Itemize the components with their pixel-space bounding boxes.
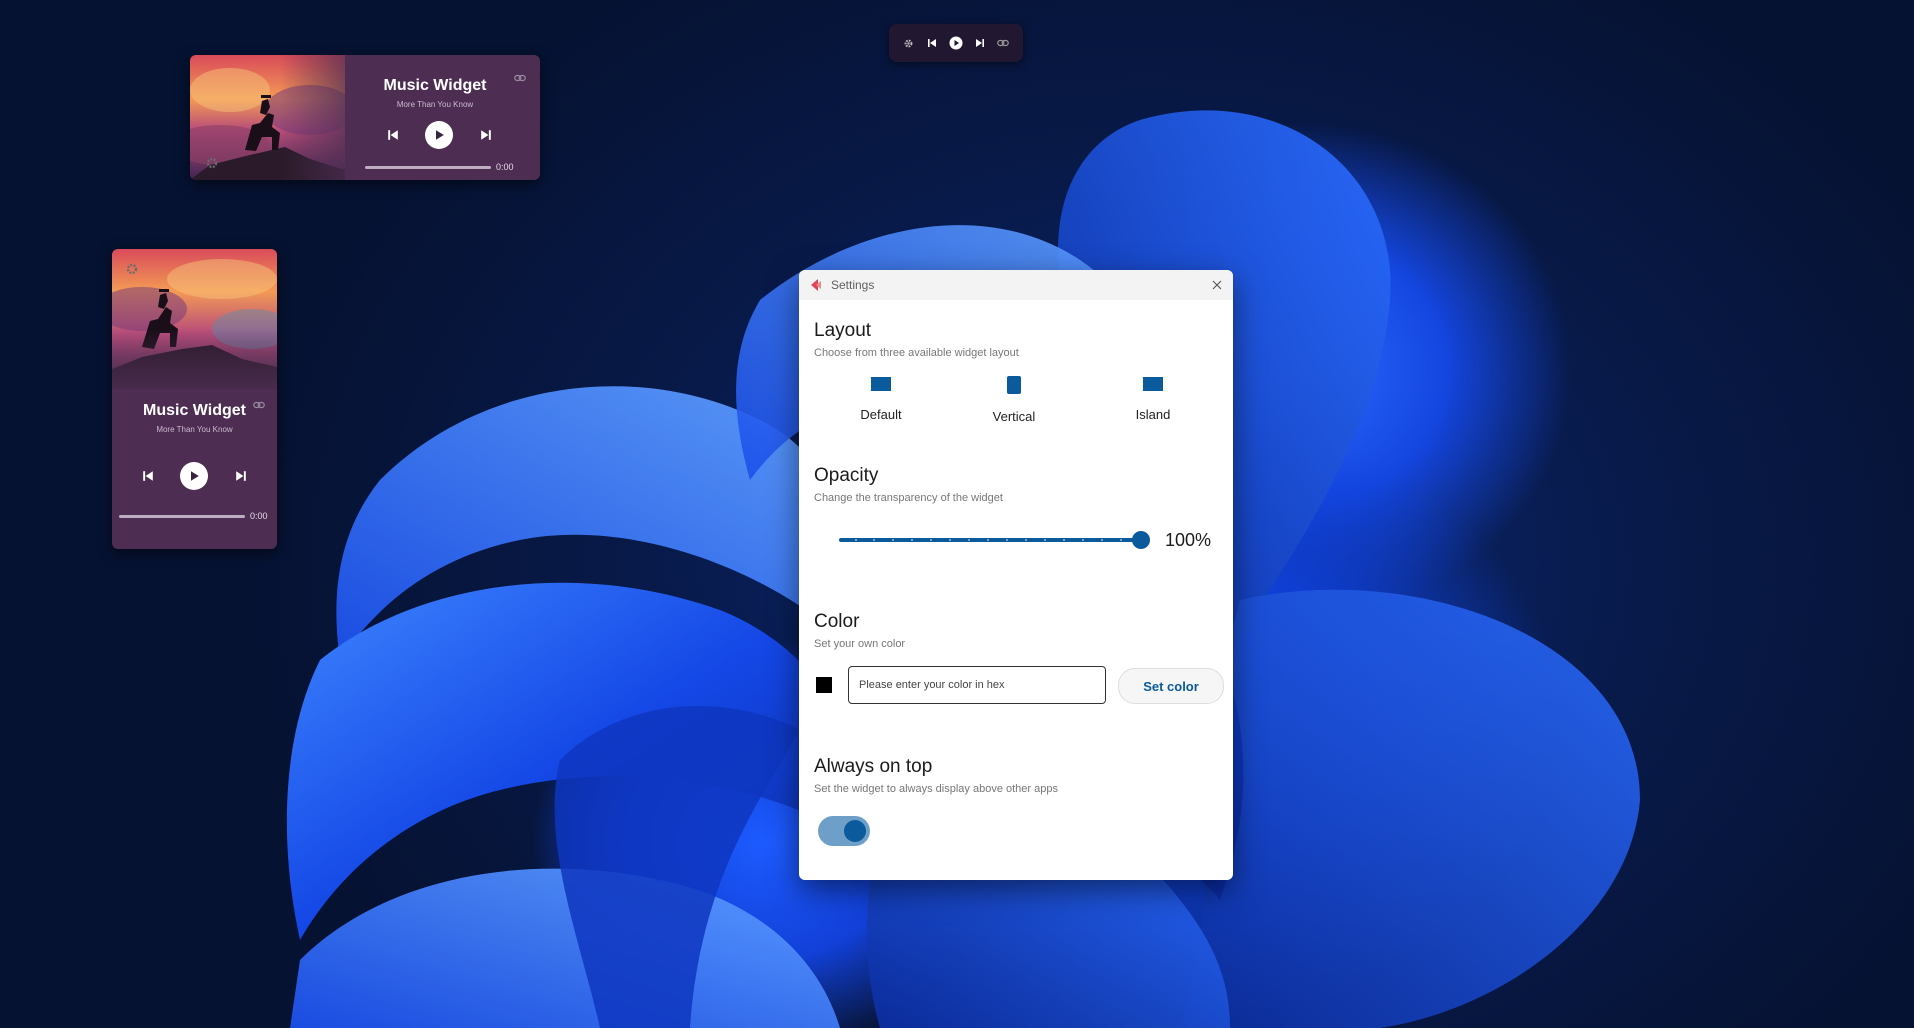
layout-option-label: Island [1135, 407, 1171, 422]
slider-tick [1082, 539, 1084, 541]
time-label: 0:00 [496, 162, 514, 172]
time-label: 0:00 [250, 511, 268, 521]
slider-tick [1120, 539, 1122, 541]
layout-option-label: Default [860, 407, 902, 422]
song-artist: More Than You Know [396, 100, 474, 109]
slider-tick [1025, 539, 1027, 541]
slider-tick [855, 539, 857, 541]
play-button[interactable] [180, 462, 208, 490]
slider-tick [873, 539, 875, 541]
play-button[interactable] [425, 121, 453, 149]
color-title: Color [814, 611, 860, 632]
slider-tick [1063, 539, 1065, 541]
progress-bar[interactable] [119, 515, 245, 518]
window-title: Settings [831, 278, 875, 292]
slider-tick [1101, 539, 1103, 541]
always-on-top-toggle[interactable] [818, 816, 870, 846]
slider-tick [1044, 539, 1046, 541]
play-icon [436, 130, 444, 140]
close-button[interactable] [1209, 277, 1225, 293]
previous-icon[interactable] [924, 35, 940, 51]
slider-tick [930, 539, 932, 541]
next-icon [236, 471, 246, 481]
opacity-slider-thumb[interactable] [1132, 531, 1150, 549]
previous-button[interactable] [385, 127, 401, 143]
art-fade [112, 329, 277, 399]
next-button[interactable] [478, 127, 494, 143]
play-icon [191, 471, 199, 481]
next-icon [481, 130, 491, 140]
play-icon[interactable] [948, 35, 964, 51]
always-on-top-description: Set the widget to always display above o… [814, 783, 1058, 795]
link-icon[interactable] [995, 35, 1011, 51]
default-layout-icon [871, 377, 891, 391]
previous-icon [143, 471, 153, 481]
next-icon[interactable] [972, 35, 988, 51]
set-color-button[interactable]: Set color [1118, 668, 1224, 704]
slider-tick [1006, 539, 1008, 541]
song-title: Music Widget [383, 77, 487, 94]
color-description: Set your own color [814, 638, 906, 650]
island-layout-icon [1143, 377, 1163, 391]
opacity-slider[interactable] [839, 538, 1141, 542]
music-widget-default: Music Widget More Than You Know 0:00 [190, 55, 540, 180]
slider-tick [949, 539, 951, 541]
song-artist: More Than You Know [156, 425, 233, 434]
layout-option-default[interactable]: Default [841, 376, 921, 422]
opacity-value: 100% [1165, 530, 1212, 550]
opacity-title: Opacity [814, 465, 879, 486]
next-button[interactable] [233, 468, 249, 484]
layout-title: Layout [814, 320, 872, 341]
toggle-knob [844, 820, 866, 842]
layout-option-island[interactable]: Island [1113, 376, 1193, 422]
title-bar: Settings [799, 270, 1233, 300]
slider-tick [968, 539, 970, 541]
layout-description: Choose from three available widget layou… [814, 347, 1019, 359]
art-fade [280, 55, 370, 180]
vertical-layout-icon [1007, 376, 1021, 394]
link-icon[interactable] [514, 69, 526, 87]
close-icon [1212, 280, 1222, 290]
gear-icon[interactable] [901, 35, 917, 51]
slider-tick [911, 539, 913, 541]
always-on-top-title: Always on top [814, 756, 933, 777]
music-widget-vertical: Music Widget More Than You Know 0:00 [112, 249, 277, 549]
song-title: Music Widget [143, 402, 246, 419]
progress-bar[interactable] [365, 166, 491, 169]
layout-option-label: Vertical [992, 409, 1036, 424]
layout-option-vertical[interactable]: Vertical [974, 376, 1054, 424]
slider-tick [987, 539, 989, 541]
settings-window: Settings Layout Choose from three availa… [799, 270, 1233, 880]
slider-tick [892, 539, 894, 541]
previous-icon [388, 130, 398, 140]
previous-button[interactable] [140, 468, 156, 484]
island-widget [889, 24, 1023, 62]
opacity-description: Change the transparency of the widget [814, 492, 1003, 504]
color-swatch [816, 677, 832, 693]
hex-color-input[interactable] [848, 666, 1106, 704]
app-icon [811, 279, 821, 291]
